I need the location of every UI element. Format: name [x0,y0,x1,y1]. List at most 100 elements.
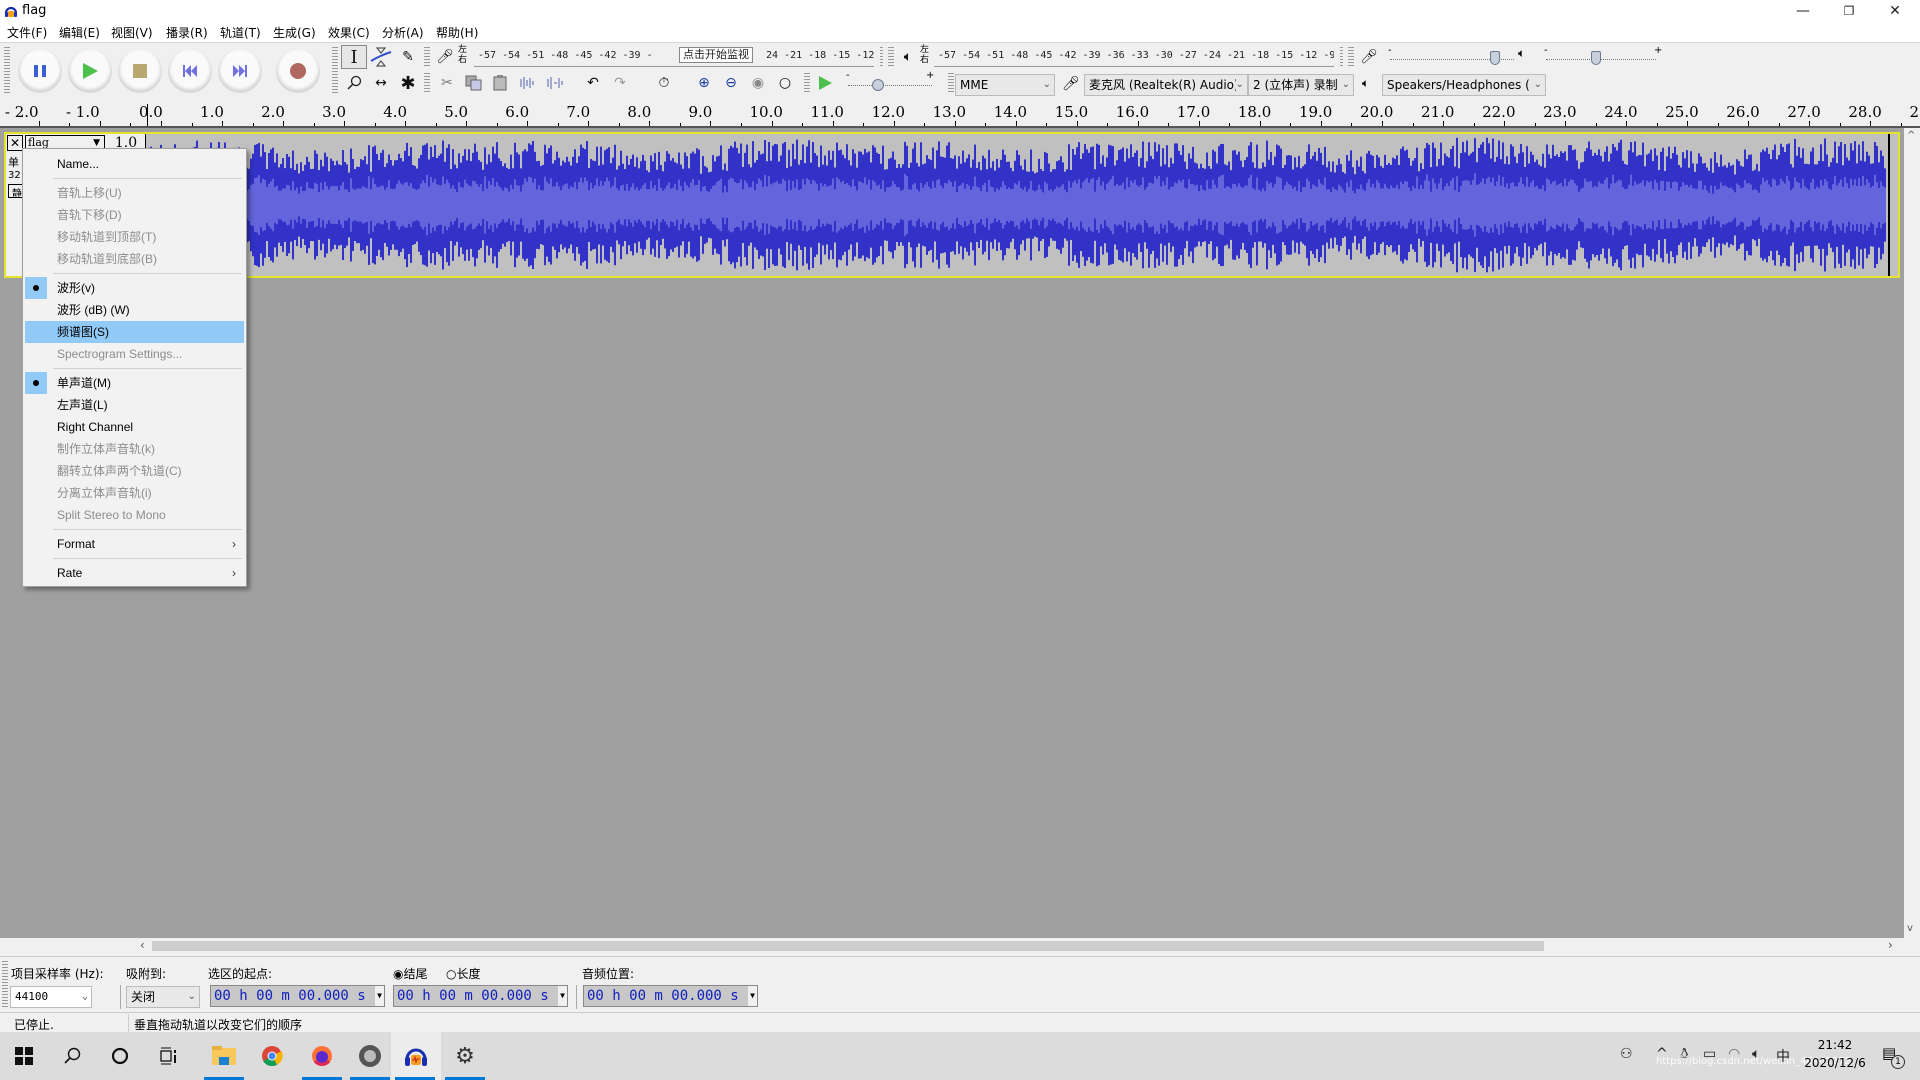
menu-effect[interactable]: 效果(C) [328,24,370,41]
mixer-grip[interactable] [1348,47,1354,67]
show-hidden-icons-chevron-icon[interactable]: ^ [1656,1046,1668,1062]
scroll-up-icon[interactable]: ^ [1907,130,1915,141]
audio-track[interactable]: ✕ flag ▼ 1.0 单 32 静 [4,132,1900,278]
snap-to-select[interactable]: 关闭 ⌄ [126,986,200,1008]
fit-selection-button[interactable]: ◉ [745,71,771,95]
restore-button[interactable]: ❐ [1826,0,1872,24]
multi-tool[interactable]: ✱ [395,71,421,95]
playspeed-grip[interactable] [804,73,810,93]
sync-lock-button[interactable]: ⏱ [651,71,677,95]
timeshift-tool[interactable]: ↔ [368,71,394,95]
length-radio[interactable]: ○长度 [446,965,481,982]
dropdown-triangle-icon[interactable]: ▼ [558,986,567,1006]
taskbar-file-explorer[interactable] [200,1032,248,1080]
cortana-button[interactable] [96,1032,144,1080]
taskbar-audacity[interactable] [391,1032,441,1080]
envelope-tool[interactable] [368,45,394,69]
menu-item[interactable]: 波形 (dB) (W) [25,299,244,321]
draw-tool[interactable]: ✎ [395,45,421,69]
record-meter-grip[interactable] [424,47,430,67]
track-close-button[interactable]: ✕ [7,135,23,151]
skip-to-end-button[interactable] [218,49,262,93]
scroll-left-icon[interactable]: ‹ [140,938,145,952]
zoom-in-button[interactable]: ⊕ [691,71,717,95]
search-button[interactable] [48,1032,96,1080]
silence-button[interactable] [542,71,568,95]
record-meter[interactable]: -57 -54 -51 -48 -45 -42 -39 - 点击开始监视 24 … [474,45,874,67]
play-button[interactable] [68,49,112,93]
menu-item[interactable]: 单声道(M) [25,372,244,394]
playspeed-thumb[interactable] [872,79,885,91]
selection-tool[interactable]: I [341,45,367,69]
playhead-marker[interactable] [147,104,148,126]
stop-button[interactable] [118,49,162,93]
skip-to-start-button[interactable] [168,49,212,93]
taskbar-chrome[interactable] [248,1032,296,1080]
wifi-icon[interactable]: ◠ [1728,1046,1740,1062]
action-center-button[interactable]: ▤ 1 [1880,1044,1906,1070]
taskbar-avatar-app[interactable] [346,1032,394,1080]
vertical-scrollbar[interactable]: ^ v [1904,128,1920,938]
dropdown-triangle-icon[interactable]: ▼ [748,986,757,1006]
device-toolbar-grip[interactable] [948,73,954,93]
paste-button[interactable] [488,71,514,95]
track-panel[interactable]: ✕ flag ▼ 1.0 单 32 静 [0,128,1904,938]
end-radio[interactable]: ◉结尾 [393,965,428,982]
audio-position-time[interactable]: 00 h 00 m 00.000 s ▼ [583,985,758,1007]
tools-toolbar-grip[interactable] [332,47,338,95]
people-icon[interactable]: ⚇ [1620,1046,1633,1062]
trim-button[interactable] [515,71,541,95]
play-meter[interactable]: -57 -54 -51 -48 -45 -42 -39 -36 -33 -30 … [934,45,1334,67]
record-button[interactable] [276,49,320,93]
zoom-out-button[interactable]: ⊖ [718,71,744,95]
menu-file[interactable]: 文件(F) [7,24,47,41]
menu-tracks[interactable]: 轨道(T) [220,24,261,41]
menu-item[interactable]: 左声道(L) [25,394,244,416]
playback-volume-thumb[interactable] [1590,51,1601,65]
play-meter-button[interactable]: 🔈︎ [897,45,919,69]
playspeed-slider[interactable] [848,85,932,86]
ime-indicator[interactable]: 中 [1776,1046,1790,1066]
horizontal-scrollbar[interactable]: ‹ › [0,938,1904,954]
taskbar-firefox[interactable] [298,1032,346,1080]
selection-toolbar-grip[interactable] [2,961,8,1007]
dropdown-triangle-icon[interactable]: ▼ [375,986,384,1006]
transport-toolbar-grip[interactable] [4,47,10,95]
horizontal-scroll-thumb[interactable] [152,941,1544,951]
selection-start-time[interactable]: 00 h 00 m 00.000 s ▼ [210,985,385,1007]
waveform[interactable] [147,134,1898,276]
clock[interactable]: 21:42 2020/12/6 [1800,1036,1870,1072]
volume-icon[interactable]: 🔈︎ [1752,1046,1760,1062]
task-view-button[interactable] [144,1032,192,1080]
menu-record[interactable]: 播录(R) [166,24,208,41]
menu-generate[interactable]: 生成(G) [273,24,316,41]
monitor-hint[interactable]: 点击开始监视 [679,47,753,63]
menu-analyze[interactable]: 分析(A) [382,24,424,41]
taskbar-settings[interactable]: ⚙ [441,1032,489,1080]
minimize-button[interactable]: — [1780,0,1826,24]
menu-item[interactable]: 频谱图(S) [25,321,244,343]
menu-help[interactable]: 帮助(H) [436,24,478,41]
close-button[interactable]: ✕ [1872,0,1918,24]
recording-channels-select[interactable]: 2 (立体声) 录制 ⌄ [1248,74,1354,96]
play-meter-grip[interactable] [888,47,894,67]
qq-penguin-icon[interactable]: 🐧︎ [1680,1046,1689,1064]
start-button[interactable] [0,1032,48,1080]
battery-charging-icon[interactable]: ▭ [1703,1046,1716,1062]
record-volume-thumb[interactable] [1490,51,1501,65]
audio-host-select[interactable]: MME ⌄ [955,74,1055,96]
menu-item[interactable]: Rate › [25,562,244,584]
record-meter-button[interactable]: 🎤︎ [434,45,456,69]
timeline-ruler[interactable]: - 2.0 - 1.0 0.0 1.0 2.0 3.0 4.0 5.0 6.0 7.0 8.0 9.0… [0,100,1920,128]
edit-toolbar-grip[interactable] [424,73,430,93]
undo-button[interactable]: ↶ [580,71,606,95]
menu-item[interactable]: Right Channel [25,416,244,438]
fit-project-button[interactable]: ○ [772,71,798,95]
copy-button[interactable] [461,71,487,95]
scroll-right-icon[interactable]: › [1888,938,1893,952]
zoom-tool[interactable] [341,71,367,95]
scroll-down-icon[interactable]: v [1907,923,1913,934]
recording-device-select[interactable]: 麦克风 (Realtek(R) Audio) ⌄ [1084,74,1248,96]
selection-end-time[interactable]: 00 h 00 m 00.000 s ▼ [393,985,568,1007]
menu-item[interactable]: Name... [25,153,244,175]
